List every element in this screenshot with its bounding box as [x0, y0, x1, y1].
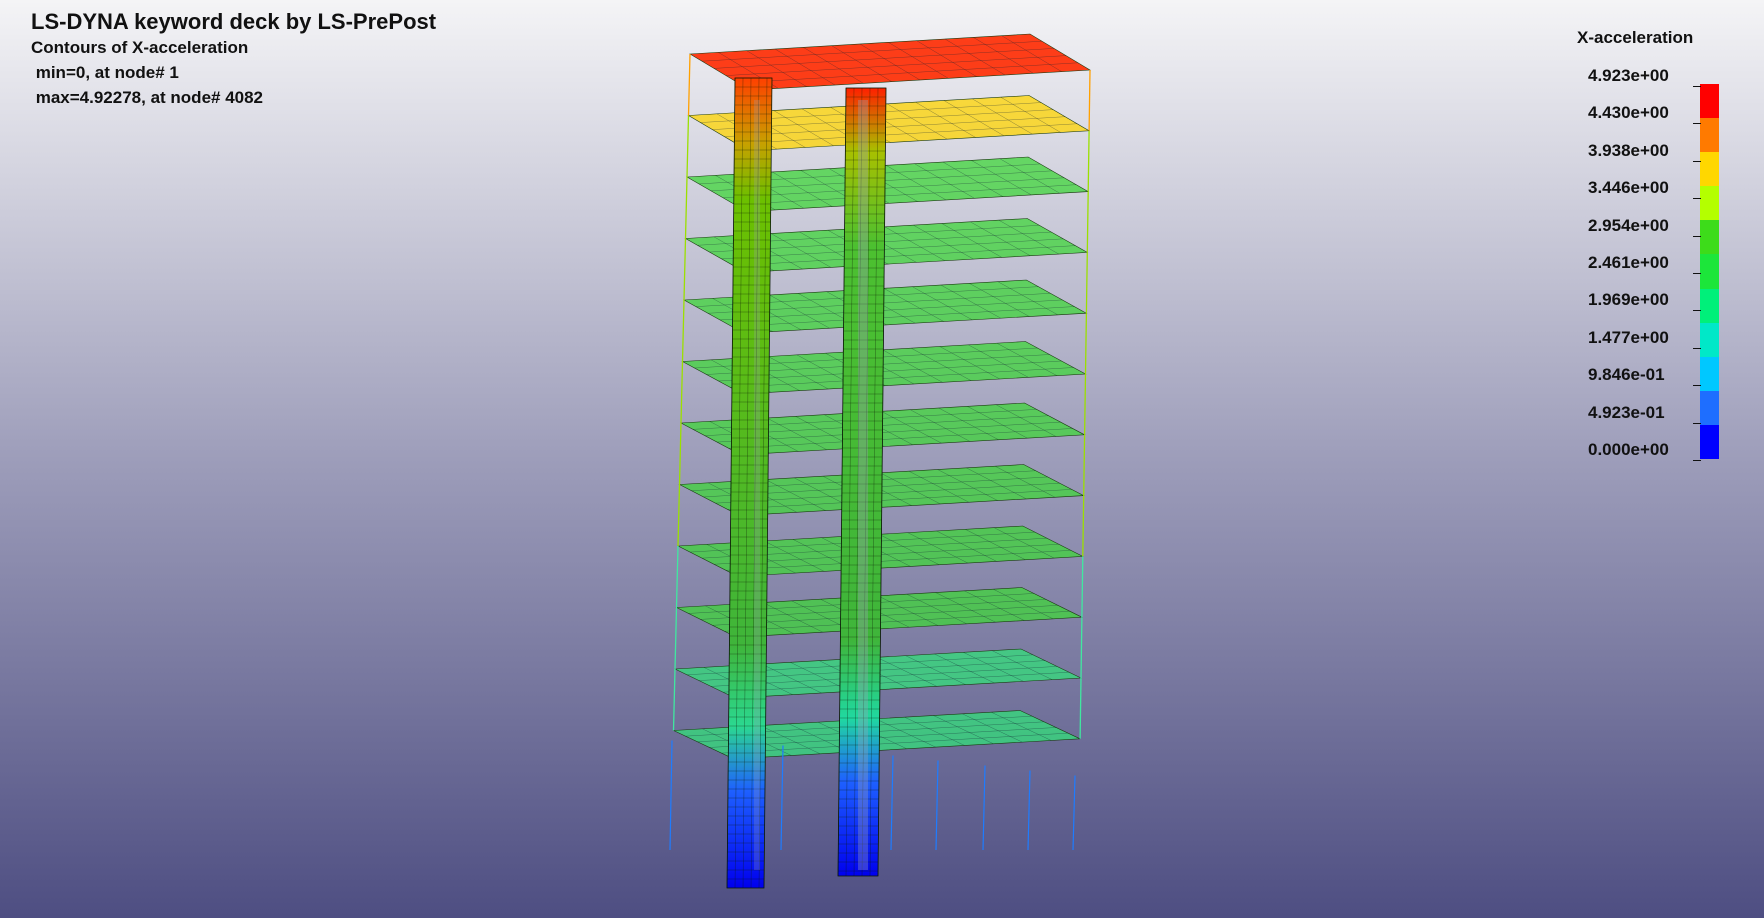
fe-mesh[interactable]: [669, 33, 1091, 889]
building-mesh-model[interactable]: [0, 0, 1764, 918]
